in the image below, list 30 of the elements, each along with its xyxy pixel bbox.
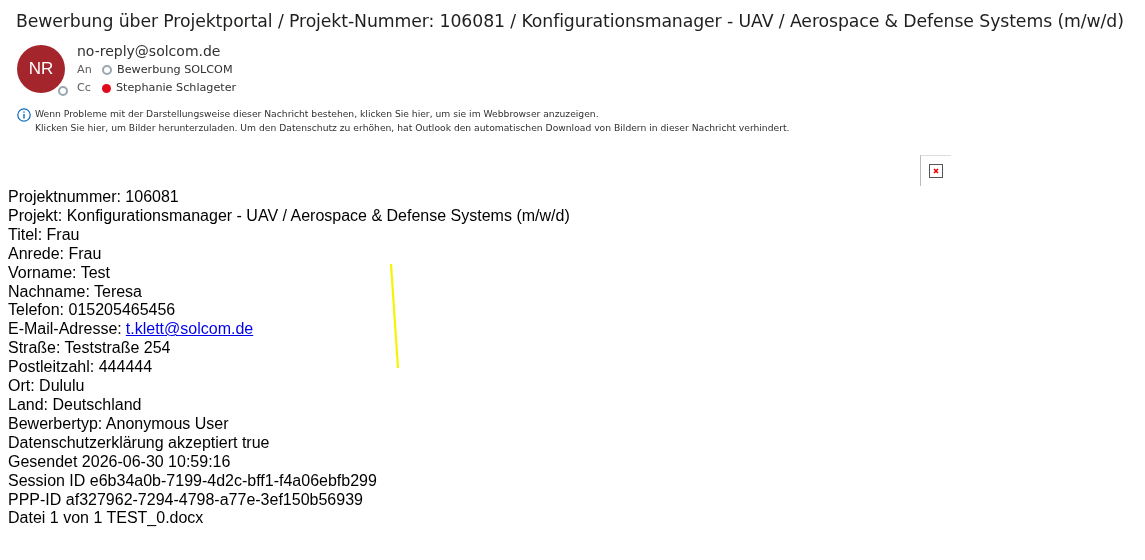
body-text: Session ID e6b34a0b-7199-4d2c-bff1-f4a06ebfb299 xyxy=(8,471,378,491)
recipient-name[interactable]: Stephanie Schlageter xyxy=(116,79,237,97)
body-text: Straße: Teststraße 254 xyxy=(8,339,172,359)
body-text: Postleitzahl: 444444 xyxy=(8,358,154,378)
body-text: Telefon: 015205465456 xyxy=(8,301,177,321)
body-text: Datei 1 von 1 TEST_0.docx xyxy=(8,509,205,529)
body-text: Datenschutzerklärung akzeptiert true xyxy=(8,433,271,453)
body-text: PPP-ID af327962-7294-4798-a77e-3ef150b56939 xyxy=(8,490,364,510)
avatar-initials: NR xyxy=(28,59,54,79)
body-text: E-Mail-Adresse: xyxy=(8,320,122,340)
body-text: Gesendet 2026-06-30 10:59:16 xyxy=(8,452,232,472)
body-text: Ort: Dululu xyxy=(8,377,86,396)
body-text: Land: Deutschland xyxy=(8,395,143,415)
body-text: Anrede: Frau xyxy=(8,244,103,264)
email-link[interactable]: t.klett@solcom.de xyxy=(125,320,254,340)
body-text: Projekt: Konfigurationsmanager - UAV / Aerospace & Defense Systems (m/w/d) xyxy=(8,206,571,226)
recipient-field-label: Cc xyxy=(77,80,92,96)
email-subject: Bewerbung über Projektportal / Projekt-Nummer: 106081 / Konfigurationsmanager - UAV / Aerospace & Defense Systems (m/w/d) xyxy=(15,10,1125,31)
body-text: Vorname: Test xyxy=(8,263,111,283)
info-icon xyxy=(17,108,31,122)
sender-address[interactable]: no-reply@solcom.de xyxy=(77,42,237,61)
body-text: Nachname: Teresa xyxy=(8,282,143,302)
body-text: Bewerbertyp: Anonymous User xyxy=(8,414,230,434)
info-message[interactable]: Wenn Probleme mit der Darstellungsweise dieser Nachricht bestehen, klicken Sie hier, um sie im Webbrowser anzuzeigen. xyxy=(35,107,790,121)
body-text: Projektnummer: 106081 xyxy=(8,188,180,207)
info-message[interactable]: Klicken Sie hier, um Bilder herunterzuladen. Um den Datenschutz zu erhöhen, hat Outlook den automatischen Download von Bildern in dieser Nachricht verhindert. xyxy=(35,121,790,135)
recipient-field-label: An xyxy=(77,62,93,78)
recipient-name[interactable]: Bewerbung SOLCOM xyxy=(117,61,233,79)
broken-image-icon xyxy=(929,164,943,178)
body-text: Titel: Frau xyxy=(8,225,81,245)
